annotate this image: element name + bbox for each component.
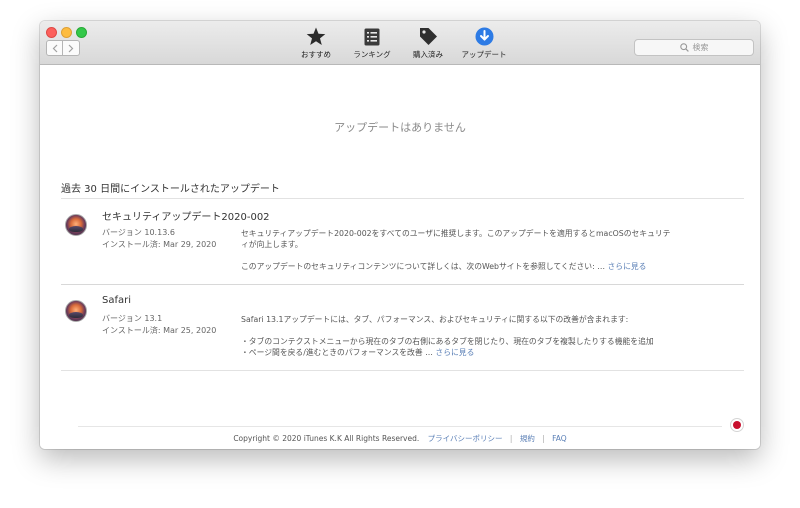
- minimize-window-button[interactable]: [61, 27, 72, 38]
- chevron-right-icon: [68, 44, 74, 52]
- toolbar: おすすめ ランキング 購入済み アップデート 検索: [40, 21, 760, 65]
- desc-line: セキュリティアップデート2020-002をすべてのユーザに推奨します。このアップ…: [241, 229, 671, 238]
- update-name[interactable]: セキュリティアップデート2020-002: [102, 208, 270, 223]
- tab-label: アップデート: [461, 50, 507, 59]
- search-placeholder: 検索: [692, 43, 709, 52]
- app-store-window: おすすめ ランキング 購入済み アップデート 検索 アップデートはありません 過…: [40, 21, 760, 449]
- faq-link[interactable]: FAQ: [552, 434, 567, 443]
- nav-buttons: [46, 40, 82, 57]
- japan-flag-icon: [733, 421, 741, 429]
- tab-label: 購入済み: [413, 50, 443, 59]
- footer: Copyright © 2020 iTunes K.K All Rights R…: [40, 433, 760, 444]
- section-title: 過去 30 日間にインストールされたアップデート: [61, 184, 280, 195]
- divider: [61, 370, 744, 371]
- download-icon: [475, 27, 493, 46]
- desc-line: ・ページ間を戻る/進むときのパフォーマンスを改善 … さらに見る: [241, 347, 721, 358]
- macos-icon: [65, 214, 87, 236]
- update-installed-date: インストール済: Mar 25, 2020: [102, 326, 217, 335]
- forward-button[interactable]: [63, 40, 80, 56]
- terms-link[interactable]: 規約: [520, 434, 535, 443]
- copyright-text: Copyright © 2020 iTunes K.K All Rights R…: [233, 434, 420, 443]
- search-field[interactable]: 検索: [634, 39, 754, 56]
- footer-separator: |: [509, 434, 513, 443]
- footer-separator: |: [542, 434, 545, 443]
- update-name[interactable]: Safari: [102, 295, 131, 306]
- update-meta: バージョン 10.13.6 インストール済: Mar 29, 2020: [102, 227, 216, 251]
- privacy-link[interactable]: プライバシーポリシー: [428, 434, 503, 443]
- tag-icon: [419, 28, 437, 45]
- updates-page: アップデートはありません 過去 30 日間にインストールされたアップデート セキ…: [40, 65, 760, 449]
- star-icon: [306, 27, 326, 45]
- desc-line: ・タブのコンテクストメニューから現在のタブの右側にあるタブを閉じたり、現在のタブ…: [241, 337, 654, 346]
- divider: [61, 284, 744, 285]
- desc-text: ・ページ間を戻る/進むときのパフォーマンスを改善 …: [241, 348, 433, 357]
- tab-featured[interactable]: おすすめ: [298, 24, 334, 62]
- tab-label: ランキング: [353, 50, 391, 59]
- desc-line: ィが向上します。: [241, 240, 303, 249]
- tab-ranking[interactable]: ランキング: [350, 24, 394, 62]
- desc-text: このアップデートのセキュリティコンテンツについて詳しくは、次のWebサイトを参照…: [241, 262, 605, 271]
- update-version: バージョン 10.13.6: [102, 228, 175, 237]
- tab-updates[interactable]: アップデート: [458, 24, 510, 62]
- update-meta: バージョン 13.1 インストール済: Mar 25, 2020: [102, 313, 216, 337]
- tab-label: おすすめ: [301, 50, 331, 59]
- macos-icon: [65, 300, 87, 322]
- more-link[interactable]: さらに見る: [607, 262, 646, 271]
- update-installed-date: インストール済: Mar 29, 2020: [102, 240, 217, 249]
- update-description: セキュリティアップデート2020-002をすべてのユーザに推奨します。このアップ…: [241, 228, 711, 272]
- country-flag-button[interactable]: [730, 418, 744, 432]
- back-button[interactable]: [46, 40, 63, 56]
- close-window-button[interactable]: [46, 27, 57, 38]
- desc-line: Safari 13.1アップデートには、タブ、パフォーマンス、およびセキュリティ…: [241, 315, 629, 324]
- chevron-left-icon: [52, 44, 57, 52]
- divider: [61, 198, 744, 199]
- no-updates-message: アップデートはありません: [334, 121, 466, 134]
- update-version: バージョン 13.1: [102, 314, 163, 323]
- tab-purchased[interactable]: 購入済み: [408, 24, 448, 62]
- footer-divider: [78, 426, 722, 427]
- update-description: Safari 13.1アップデートには、タブ、パフォーマンス、およびセキュリティ…: [241, 314, 721, 358]
- desc-line: このアップデートのセキュリティコンテンツについて詳しくは、次のWebサイトを参照…: [241, 261, 711, 272]
- more-link[interactable]: さらに見る: [435, 348, 474, 357]
- search-icon: [679, 43, 689, 52]
- zoom-window-button[interactable]: [76, 27, 87, 38]
- list-icon: [364, 28, 380, 46]
